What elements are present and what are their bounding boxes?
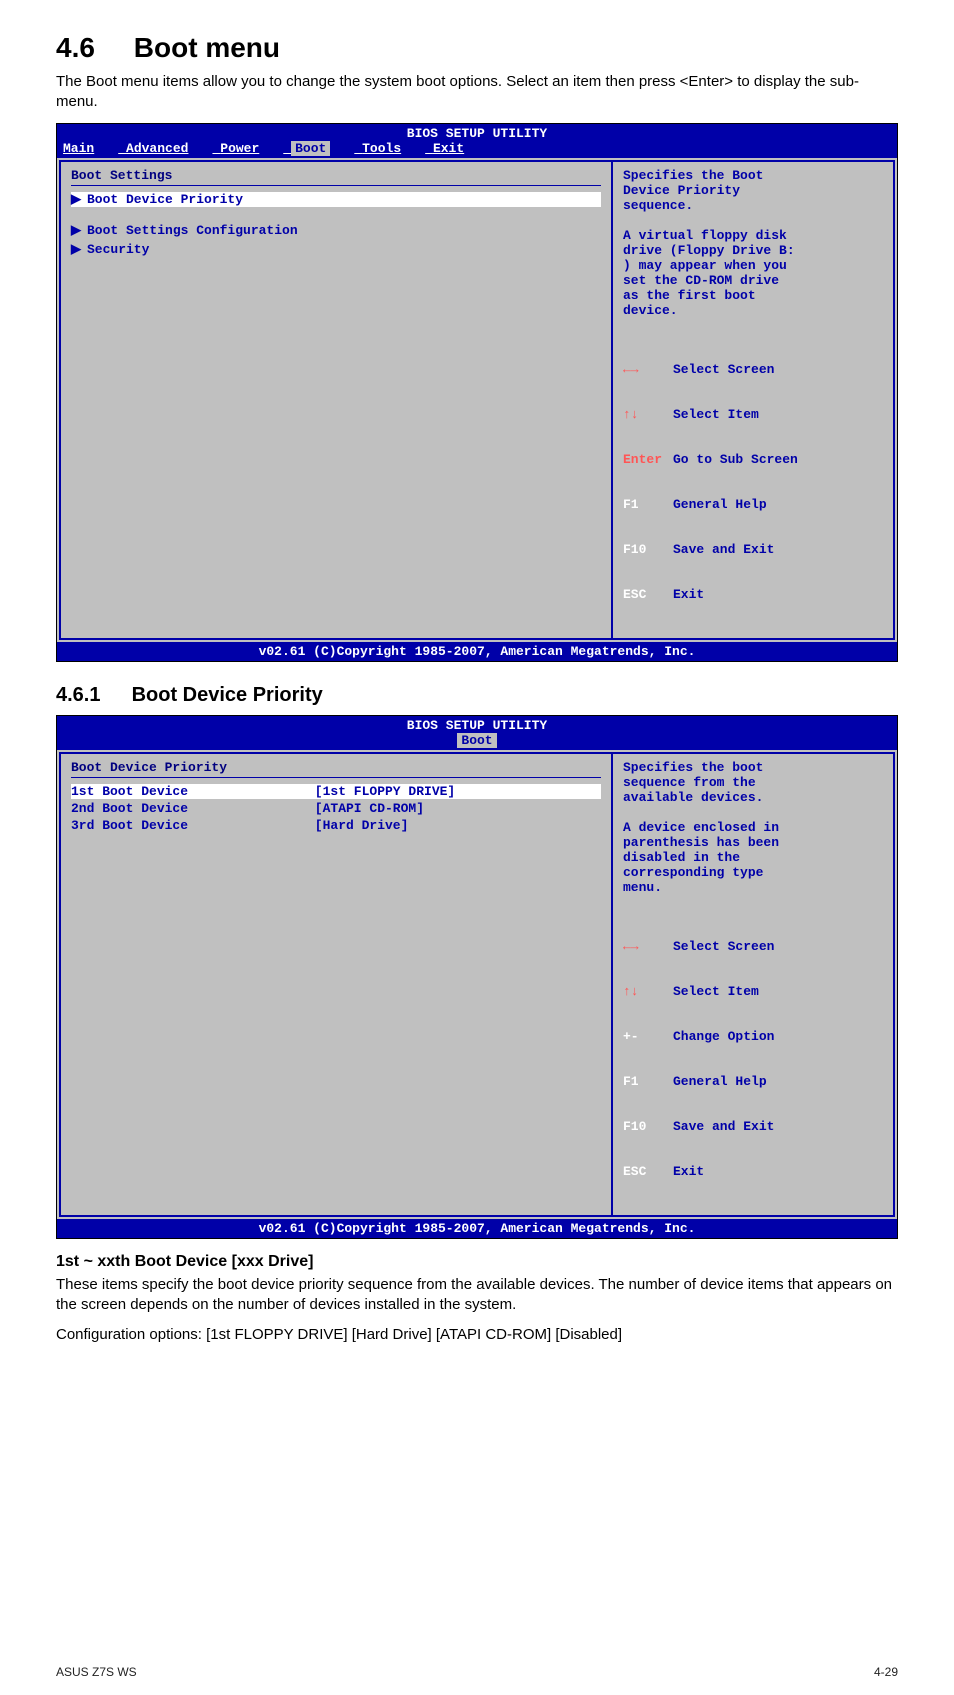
nav-text: Select Item [673, 407, 759, 422]
tab-exit[interactable]: Exit [433, 141, 464, 156]
bios-footer: v02.61 (C)Copyright 1985-2007, American … [57, 642, 897, 661]
submenu-arrow-icon: ▶ [71, 223, 81, 238]
nav-key-pm: +- [623, 1029, 673, 1044]
tab-advanced[interactable]: Advanced [126, 141, 188, 156]
option-heading: 1st ~ xxth Boot Device [xxx Drive] [56, 1253, 898, 1271]
nav-text: Save and Exit [673, 542, 774, 557]
submenu-arrow-icon: ▶ [71, 192, 81, 207]
intro-paragraph: The Boot menu items allow you to change … [56, 72, 898, 113]
bios-boot-settings: BIOS SETUP UTILITY Main Advanced Power B… [56, 123, 898, 662]
nav-text: Exit [673, 1164, 704, 1179]
bios-left-panel: Boot Device Priority 1st Boot Device [1s… [59, 752, 611, 1217]
nav-text: Exit [673, 587, 704, 602]
help-text: Specifies the boot sequence from the ava… [623, 760, 883, 895]
subsection-heading: 4.6.1 Boot Device Priority [56, 684, 898, 707]
section-heading: 4.6 Boot menu [56, 32, 898, 64]
row-label: 2nd Boot Device [71, 801, 315, 816]
bios-help-panel: Specifies the boot sequence from the ava… [611, 752, 895, 1217]
nav-key-esc: ESC [623, 1164, 673, 1179]
bios-help-panel: Specifies the Boot Device Priority seque… [611, 160, 895, 640]
arrow-ud-icon: ↑↓ [623, 407, 639, 422]
item-label: Security [87, 242, 149, 257]
footer-product: ASUS Z7S WS [56, 1665, 137, 1679]
bios-menubar-single: Boot [57, 733, 897, 750]
menu-item-boot-device-priority[interactable]: ▶ Boot Device Priority [71, 192, 601, 207]
row-value: [1st FLOPPY DRIVE] [315, 784, 601, 799]
nav-text: Change Option [673, 1029, 774, 1044]
nav-key-f10: F10 [623, 542, 673, 557]
nav-text: Go to Sub Screen [673, 452, 798, 467]
nav-key-esc: ESC [623, 587, 673, 602]
item-label: Boot Device Priority [87, 192, 243, 207]
footer-page-number: 4-29 [874, 1665, 898, 1679]
bios-title: BIOS SETUP UTILITY [57, 124, 897, 141]
bios-left-panel: Boot Settings ▶ Boot Device Priority ▶ B… [59, 160, 611, 640]
row-value: [Hard Drive] [315, 818, 601, 833]
nav-key-f1: F1 [623, 1074, 673, 1089]
tab-boot[interactable]: Boot [291, 141, 330, 156]
nav-text: General Help [673, 1074, 767, 1089]
item-label: Boot Settings Configuration [87, 223, 298, 238]
row-label: 3rd Boot Device [71, 818, 315, 833]
arrow-lr-icon: ←→ [623, 362, 639, 377]
nav-text: Select Item [673, 984, 759, 999]
menu-item-boot-settings-config[interactable]: ▶ Boot Settings Configuration [71, 223, 601, 238]
nav-key-f10: F10 [623, 1119, 673, 1134]
nav-text: Select Screen [673, 362, 774, 377]
nav-text: Select Screen [673, 939, 774, 954]
nav-text: Save and Exit [673, 1119, 774, 1134]
panel-heading: Boot Device Priority [71, 760, 601, 775]
panel-heading: Boot Settings [71, 168, 601, 183]
paragraph-1: These items specify the boot device prio… [56, 1275, 898, 1316]
row-value: [ATAPI CD-ROM] [315, 801, 601, 816]
nav-key-f1: F1 [623, 497, 673, 512]
tab-tools[interactable]: Tools [362, 141, 401, 156]
nav-block: ←→ Select Screen ↑↓ Select Item EnterGo to… [623, 332, 883, 632]
arrow-lr-icon: ←→ [623, 939, 639, 954]
page-footer: ASUS Z7S WS 4-29 [56, 1665, 898, 1679]
nav-key-enter: Enter [623, 452, 673, 467]
bios-boot-device-priority: BIOS SETUP UTILITY Boot Boot Device Prio… [56, 715, 898, 1239]
row-label: 1st Boot Device [71, 784, 315, 799]
boot-device-row-2[interactable]: 2nd Boot Device [ATAPI CD-ROM] [71, 801, 601, 816]
menu-item-security[interactable]: ▶ Security [71, 242, 601, 257]
boot-device-row-3[interactable]: 3rd Boot Device [Hard Drive] [71, 818, 601, 833]
boot-device-row-1[interactable]: 1st Boot Device [1st FLOPPY DRIVE] [71, 784, 601, 799]
bios-menubar: Main Advanced Power Boot Tools Exit [57, 141, 897, 158]
tab-power[interactable]: Power [220, 141, 259, 156]
section-number: 4.6 [56, 32, 126, 64]
subsection-number: 4.6.1 [56, 684, 126, 707]
help-text: Specifies the Boot Device Priority seque… [623, 168, 883, 318]
paragraph-2: Configuration options: [1st FLOPPY DRIVE… [56, 1325, 898, 1345]
bios-title: BIOS SETUP UTILITY [57, 716, 897, 733]
bios-footer: v02.61 (C)Copyright 1985-2007, American … [57, 1219, 897, 1238]
subsection-title: Boot Device Priority [132, 684, 323, 706]
arrow-ud-icon: ↑↓ [623, 984, 639, 999]
nav-block: ←→ Select Screen ↑↓ Select Item +-Change O… [623, 909, 883, 1209]
tab-boot[interactable]: Boot [457, 733, 496, 748]
nav-text: General Help [673, 497, 767, 512]
section-title: Boot menu [134, 32, 280, 63]
submenu-arrow-icon: ▶ [71, 242, 81, 257]
tab-main[interactable]: Main [63, 141, 94, 156]
